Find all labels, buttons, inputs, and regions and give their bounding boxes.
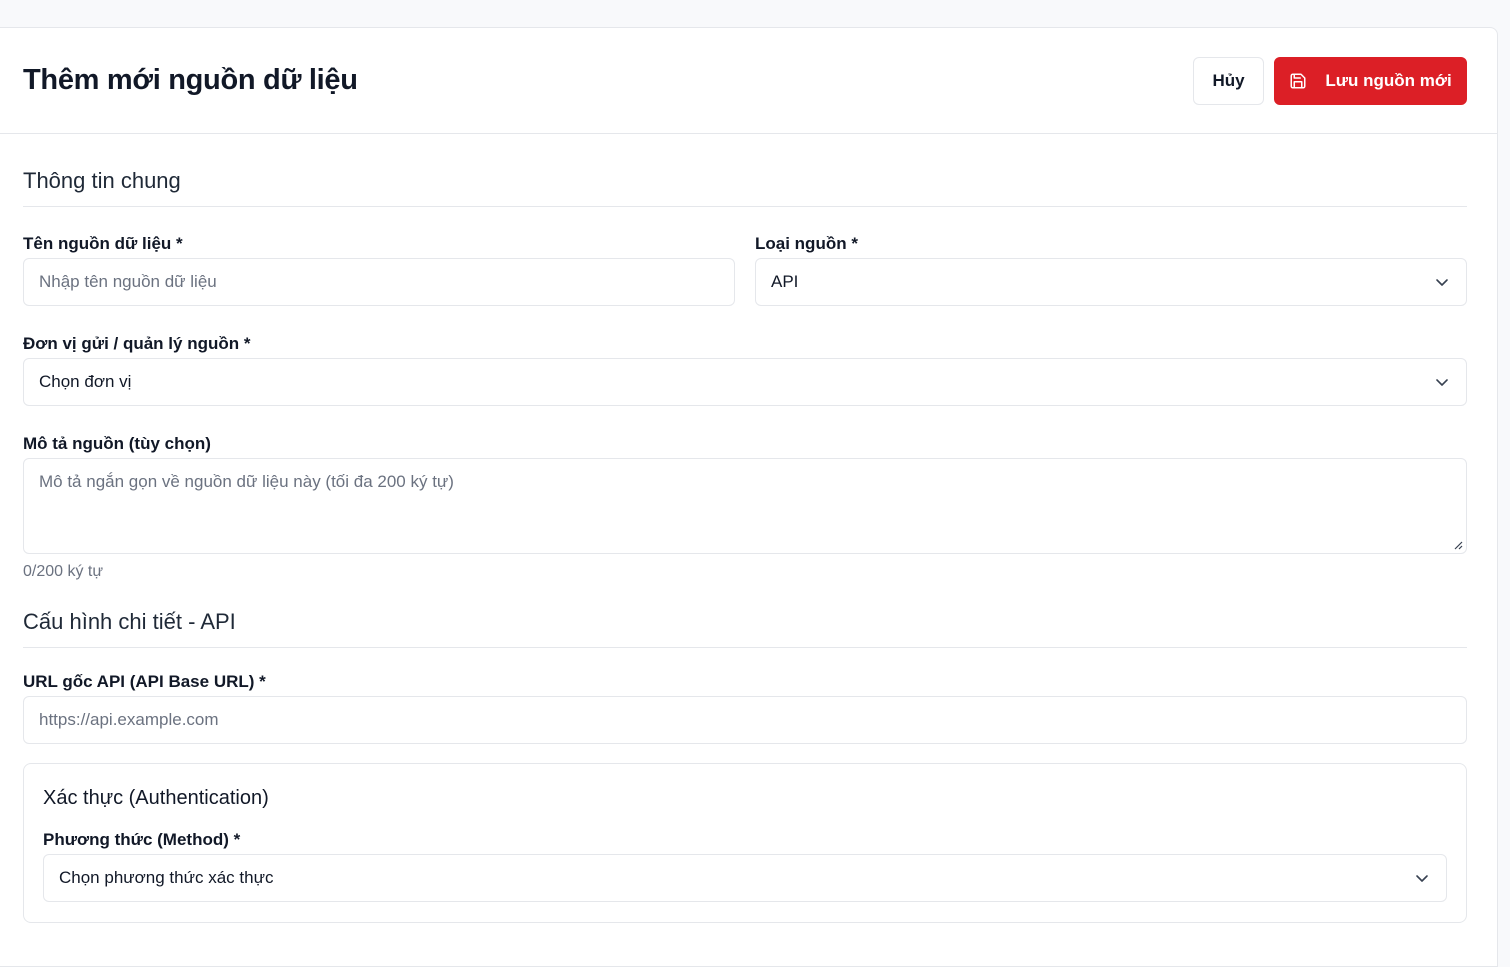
form-card: Thêm mới nguồn dữ liệu Hủy Lưu nguồn mới… (0, 27, 1498, 967)
managing-unit-select[interactable]: Chọn đơn vị (23, 358, 1467, 406)
base-url-group: URL gốc API (API Base URL) * https://api… (23, 672, 1467, 744)
general-section-title: Thông tin chung (23, 134, 1467, 207)
chevron-down-icon (1436, 379, 1448, 386)
source-name-placeholder: Nhập tên nguồn dữ liệu (39, 272, 217, 291)
auth-method-label: Phương thức (Method) * (43, 830, 241, 849)
page-title: Thêm mới nguồn dữ liệu (23, 64, 358, 96)
description-group: Mô tả nguồn (tùy chọn) Mô tả ngắn gọn về… (23, 434, 1467, 581)
type-group: Loại nguồn * API (755, 234, 1467, 306)
page-header: Thêm mới nguồn dữ liệu Hủy Lưu nguồn mới (0, 28, 1497, 134)
api-section-title: Cấu hình chi tiết - API (23, 581, 1467, 648)
description-char-counter: 0/200 ký tự (23, 563, 104, 580)
unit-label: Đơn vị gửi / quản lý nguồn * (23, 334, 251, 353)
description-placeholder: Mô tả ngắn gọn về nguồn dữ liệu này (tối… (39, 472, 454, 491)
source-type-select[interactable]: API (755, 258, 1467, 306)
managing-unit-value: Chọn đơn vị (39, 372, 132, 391)
authentication-title: Xác thực (Authentication) (43, 787, 269, 809)
cancel-button[interactable]: Hủy (1193, 56, 1264, 105)
source-type-value: API (771, 272, 799, 291)
auth-method-select[interactable]: Chọn phương thức xác thực (43, 854, 1447, 902)
name-type-row: Tên nguồn dữ liệu * Nhập tên nguồn dữ li… (23, 234, 1467, 306)
base-url-label: URL gốc API (API Base URL) * (23, 672, 266, 691)
save-button-label: Lưu nguồn mới (1325, 70, 1452, 90)
api-base-url-placeholder: https://api.example.com (39, 710, 219, 729)
description-label: Mô tả nguồn (tùy chọn) (23, 434, 211, 453)
resize-handle-icon[interactable] (1453, 540, 1463, 550)
form-body: Thông tin chung Tên nguồn dữ liệu * Nhập… (0, 134, 1497, 923)
api-base-url-input[interactable]: https://api.example.com (23, 696, 1467, 744)
name-group: Tên nguồn dữ liệu * Nhập tên nguồn dữ li… (23, 234, 735, 306)
header-actions: Hủy Lưu nguồn mới (1193, 56, 1467, 105)
chevron-down-icon (1416, 875, 1428, 882)
save-source-button[interactable]: Lưu nguồn mới (1274, 56, 1467, 105)
description-textarea[interactable]: Mô tả ngắn gọn về nguồn dữ liệu này (tối… (23, 458, 1467, 554)
cancel-button-label: Hủy (1212, 70, 1245, 90)
chevron-down-icon (1436, 279, 1448, 286)
authentication-panel: Xác thực (Authentication) Phương thức (M… (23, 763, 1467, 923)
unit-group: Đơn vị gửi / quản lý nguồn * Chọn đơn vị (23, 334, 1467, 406)
auth-method-value: Chọn phương thức xác thực (59, 868, 274, 887)
auth-method-group: Phương thức (Method) * Chọn phương thức … (43, 830, 1447, 902)
name-label: Tên nguồn dữ liệu * (23, 234, 183, 253)
source-name-input[interactable]: Nhập tên nguồn dữ liệu (23, 258, 735, 306)
floppy-disk-icon (1289, 72, 1307, 90)
type-label: Loại nguồn * (755, 234, 858, 253)
